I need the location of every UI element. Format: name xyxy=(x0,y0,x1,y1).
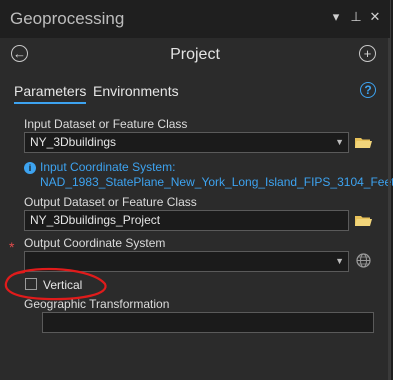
tool-title: Project xyxy=(170,46,220,63)
required-marker: * xyxy=(9,239,15,255)
input-cs-label: Input Coordinate System: xyxy=(40,160,176,174)
pane-menu-icon[interactable]: ▾ xyxy=(329,10,343,24)
output-dataset-label: Output Dataset or Feature Class xyxy=(24,195,197,209)
output-dataset-value: NY_3Dbuildings_Project xyxy=(30,213,161,227)
folder-icon[interactable] xyxy=(355,136,372,149)
globe-icon[interactable] xyxy=(356,253,371,268)
pane-title: Geoprocessing xyxy=(10,9,125,28)
output-dataset-field[interactable]: NY_3Dbuildings_Project xyxy=(24,210,349,231)
info-icon: i xyxy=(24,162,36,174)
chevron-down-icon[interactable]: ▼ xyxy=(335,133,344,152)
input-cs-value: NAD_1983_StatePlane_New_York_Long_Island… xyxy=(40,175,393,189)
input-dataset-value: NY_3Dbuildings xyxy=(30,135,117,149)
input-dataset-dropdown[interactable]: NY_3Dbuildings ▼ xyxy=(24,132,349,153)
geoprocessing-pane: Geoprocessing ▾ ⊥ ✕ ← Project + Paramete… xyxy=(0,0,393,380)
tab-parameters[interactable]: Parameters xyxy=(14,83,87,104)
tab-environments[interactable]: Environments xyxy=(93,83,179,99)
geo-transform-label: Geographic Transformation xyxy=(24,297,170,311)
help-icon[interactable]: ? xyxy=(360,82,376,98)
close-icon[interactable]: ✕ xyxy=(368,10,382,24)
pin-icon[interactable]: ⊥ xyxy=(349,10,363,24)
output-cs-label: Output Coordinate System xyxy=(24,236,166,250)
geo-transform-list[interactable] xyxy=(42,312,374,333)
pane-titlebar: Geoprocessing ▾ ⊥ ✕ xyxy=(0,0,390,38)
folder-icon[interactable] xyxy=(355,214,372,227)
chevron-down-icon[interactable]: ▼ xyxy=(335,252,344,271)
add-icon[interactable]: + xyxy=(359,45,376,62)
scrollbar[interactable] xyxy=(388,38,390,380)
input-dataset-label: Input Dataset or Feature Class xyxy=(24,117,188,131)
